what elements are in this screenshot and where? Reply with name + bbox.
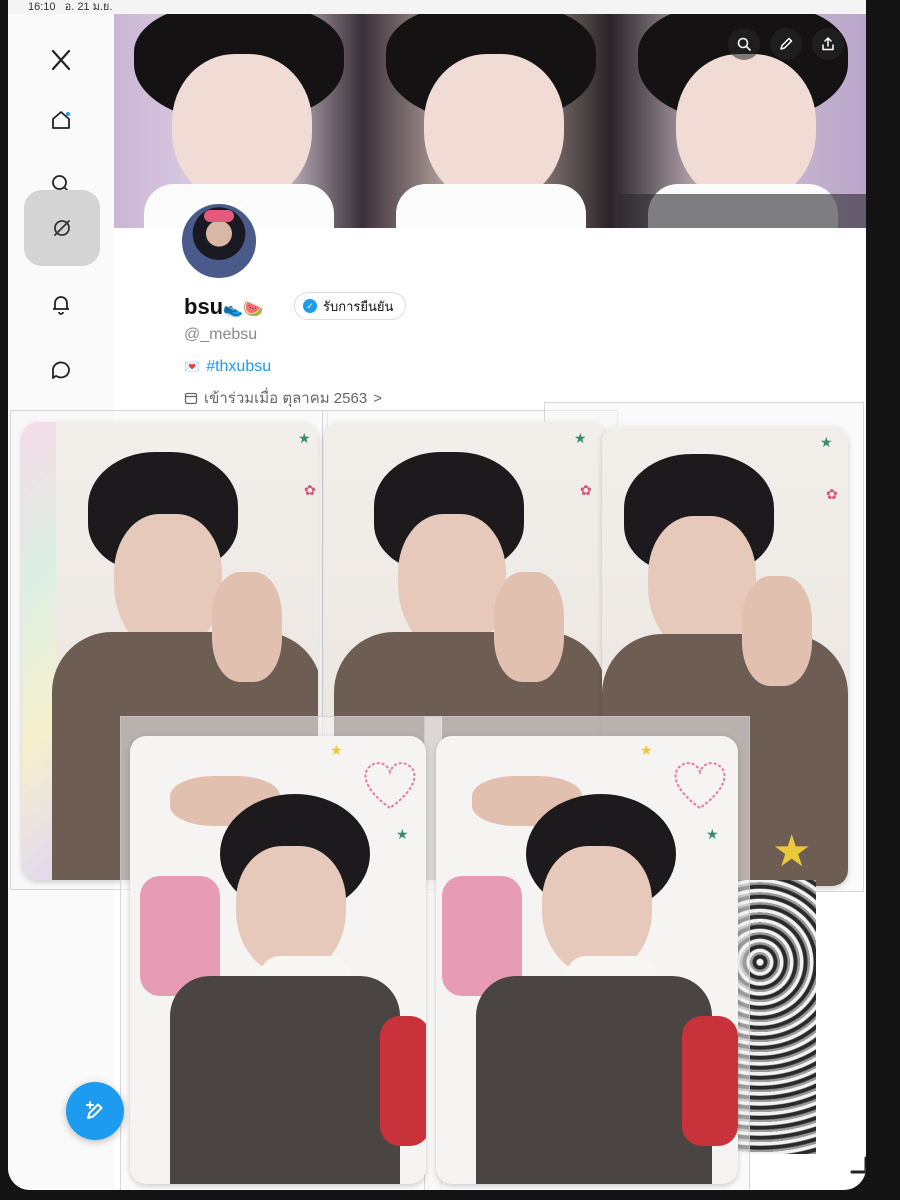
get-verified-label: รับการยืนยัน bbox=[323, 298, 394, 314]
profile-bio: 💌 #thxubsu bbox=[184, 358, 271, 376]
resize-handle-icon[interactable] bbox=[846, 1152, 866, 1176]
edit-icon[interactable] bbox=[770, 28, 802, 60]
chevron-right-icon: > bbox=[373, 389, 382, 407]
status-bar: 16:10 อ. 21 ม.ย. bbox=[8, 0, 866, 14]
photocard: ★ ★ bbox=[130, 736, 426, 1184]
display-name-text: bsu bbox=[184, 294, 224, 319]
user-handle: @_mebsu bbox=[184, 326, 258, 343]
search-icon[interactable] bbox=[728, 28, 760, 60]
joined-text: เข้าร่วมเมื่อ ตุลาคม 2563 bbox=[204, 390, 368, 407]
x-logo-icon[interactable] bbox=[33, 32, 89, 88]
calendar-icon bbox=[184, 392, 198, 405]
bio-emoji: 💌 bbox=[184, 359, 201, 374]
compose-post-button[interactable] bbox=[66, 1082, 124, 1140]
notifications-icon[interactable] bbox=[33, 276, 89, 332]
status-time: 16:10 bbox=[28, 1, 56, 13]
share-icon[interactable] bbox=[812, 28, 844, 60]
status-date: อ. 21 ม.ย. bbox=[64, 1, 113, 13]
display-name-emoji: 👟🍉 bbox=[223, 301, 263, 318]
joined-date[interactable]: เข้าร่วมเมื่อ ตุลาคม 2563 > bbox=[184, 386, 382, 410]
display-name: bsu👟🍉 bbox=[184, 294, 263, 320]
compose-icon bbox=[86, 1101, 103, 1119]
banner-photo-middle bbox=[366, 14, 616, 228]
grok-icon[interactable] bbox=[24, 190, 100, 266]
banner-photo-left bbox=[114, 14, 364, 228]
messages-icon[interactable] bbox=[33, 342, 89, 398]
verified-check-icon: ✓ bbox=[303, 299, 317, 313]
profile-banner-image bbox=[114, 14, 866, 228]
header-actions bbox=[728, 28, 844, 60]
tablet-screen: 16:10 อ. 21 ม.ย. bsu👟🍉 ✓ รับการยืนยัน @_… bbox=[8, 0, 866, 1190]
profile-info: bsu👟🍉 ✓ รับการยืนยัน @_mebsu 💌 #thxubsu เ… bbox=[114, 200, 866, 410]
photocard: ★ ★ bbox=[436, 736, 738, 1184]
home-icon[interactable] bbox=[33, 92, 89, 148]
avatar[interactable] bbox=[178, 200, 260, 282]
get-verified-button[interactable]: ✓ รับการยืนยัน bbox=[294, 292, 407, 320]
bio-hashtag-link[interactable]: #thxubsu bbox=[206, 358, 271, 375]
